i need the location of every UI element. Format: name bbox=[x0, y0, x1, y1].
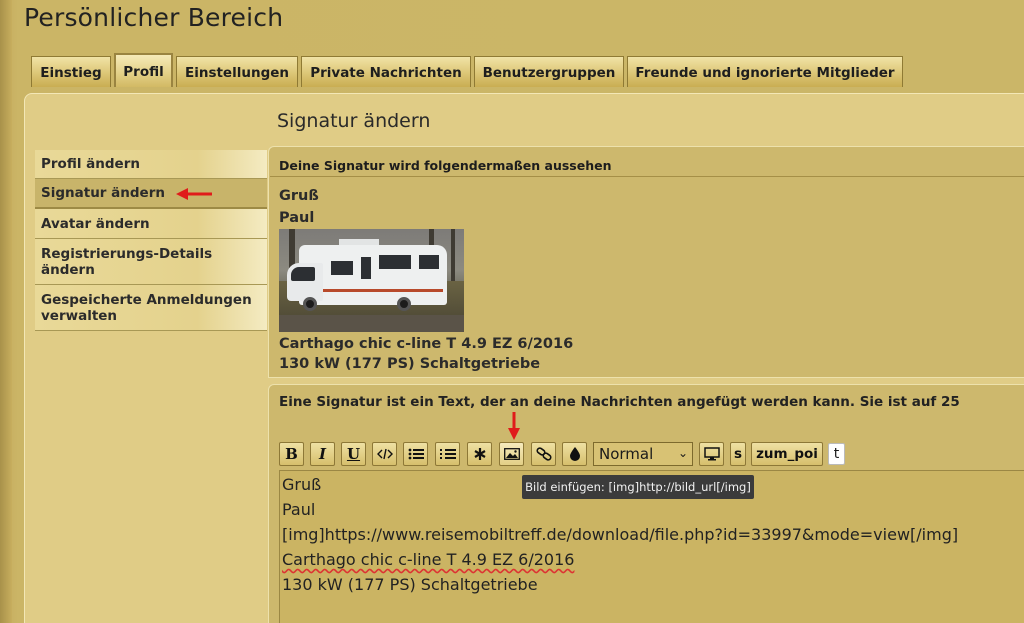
chevron-down-icon: ⌄ bbox=[677, 446, 688, 460]
annotation-arrow-sidebar bbox=[176, 188, 212, 200]
italic-button[interactable]: I bbox=[310, 442, 335, 466]
tab-freunde-ignorierte[interactable]: Freunde und ignorierte Mitglieder bbox=[627, 56, 903, 87]
droplet-icon bbox=[569, 447, 580, 461]
divider bbox=[270, 176, 1024, 177]
code-button[interactable] bbox=[372, 442, 397, 466]
preview-line-engine: 130 kW (177 PS) Schaltgetriebe bbox=[279, 356, 541, 372]
annotation-arrow-toolbar bbox=[508, 412, 520, 440]
textarea-line: Gruß bbox=[282, 475, 322, 494]
preview-line-vehicle: Carthago chic c-line T 4.9 EZ 6/2016 bbox=[279, 336, 574, 352]
tab-profil[interactable]: Profil bbox=[114, 53, 173, 87]
font-size-value: Normal bbox=[599, 445, 654, 463]
tab-einstieg[interactable]: Einstieg bbox=[31, 56, 111, 87]
sidebar-item-avatar-aendern[interactable]: Avatar ändern bbox=[35, 209, 267, 239]
sidebar-item-registrierungs-details[interactable]: Registrierungs-Details ändern bbox=[35, 239, 267, 285]
textarea-line: Paul bbox=[282, 500, 316, 519]
code-icon bbox=[376, 448, 393, 460]
monitor-icon bbox=[703, 447, 720, 461]
image-button-tooltip: Bild einfügen: [img]http://bild_url[/img… bbox=[522, 475, 754, 499]
sidebar-item-gespeicherte-anmeldungen[interactable]: Gespeicherte Anmeldungen verwalten bbox=[35, 285, 267, 331]
color-button[interactable] bbox=[562, 442, 587, 466]
font-size-select[interactable]: Normal ⌄ bbox=[593, 442, 693, 466]
sidebar-item-profil-aendern[interactable]: Profil ändern bbox=[35, 150, 267, 179]
underline-button[interactable]: U bbox=[341, 442, 366, 466]
page-title: Persönlicher Bereich bbox=[24, 3, 284, 32]
sidebar-menu: Profil ändern Signatur ändern Avatar änd… bbox=[35, 150, 267, 331]
preview-line-name: Paul bbox=[279, 210, 315, 226]
preview-header: Deine Signatur wird folgendermaßen ausse… bbox=[279, 158, 612, 173]
list-item-button[interactable] bbox=[467, 442, 492, 466]
editor-intro-text: Eine Signatur ist ein Text, der an deine… bbox=[279, 394, 960, 410]
tab-private-nachrichten[interactable]: Private Nachrichten bbox=[301, 56, 471, 87]
preview-line-gruss: Gruß bbox=[279, 188, 319, 204]
textarea-line: Carthago chic c-line T 4.9 EZ 6/2016 bbox=[282, 550, 575, 569]
image-button[interactable] bbox=[499, 442, 524, 466]
tab-einstellungen[interactable]: Einstellungen bbox=[176, 56, 298, 87]
link-button[interactable] bbox=[531, 442, 556, 466]
numbered-list-button[interactable] bbox=[435, 442, 460, 466]
asterisk-icon bbox=[473, 448, 486, 460]
t-button[interactable]: t bbox=[828, 443, 845, 465]
s-button[interactable]: s bbox=[730, 442, 746, 466]
zum-poi-button[interactable]: zum_poi bbox=[751, 442, 823, 466]
bullet-list-icon bbox=[408, 448, 424, 460]
sidebar-item-signatur-aendern[interactable]: Signatur ändern bbox=[35, 179, 267, 209]
link-icon bbox=[535, 447, 552, 461]
signature-image bbox=[279, 229, 464, 332]
tab-benutzergruppen[interactable]: Benutzergruppen bbox=[474, 56, 624, 87]
numbered-list-icon bbox=[439, 449, 456, 459]
textarea-line: 130 kW (177 PS) Schaltgetriebe bbox=[282, 575, 538, 594]
image-icon bbox=[503, 448, 520, 460]
monitor-button[interactable] bbox=[699, 442, 724, 466]
bullet-list-button[interactable] bbox=[403, 442, 428, 466]
bold-button[interactable]: B bbox=[279, 442, 304, 466]
window-edge bbox=[0, 0, 12, 623]
textarea-line: [img]https://www.reisemobiltreff.de/down… bbox=[282, 525, 959, 544]
section-title: Signatur ändern bbox=[277, 110, 431, 132]
